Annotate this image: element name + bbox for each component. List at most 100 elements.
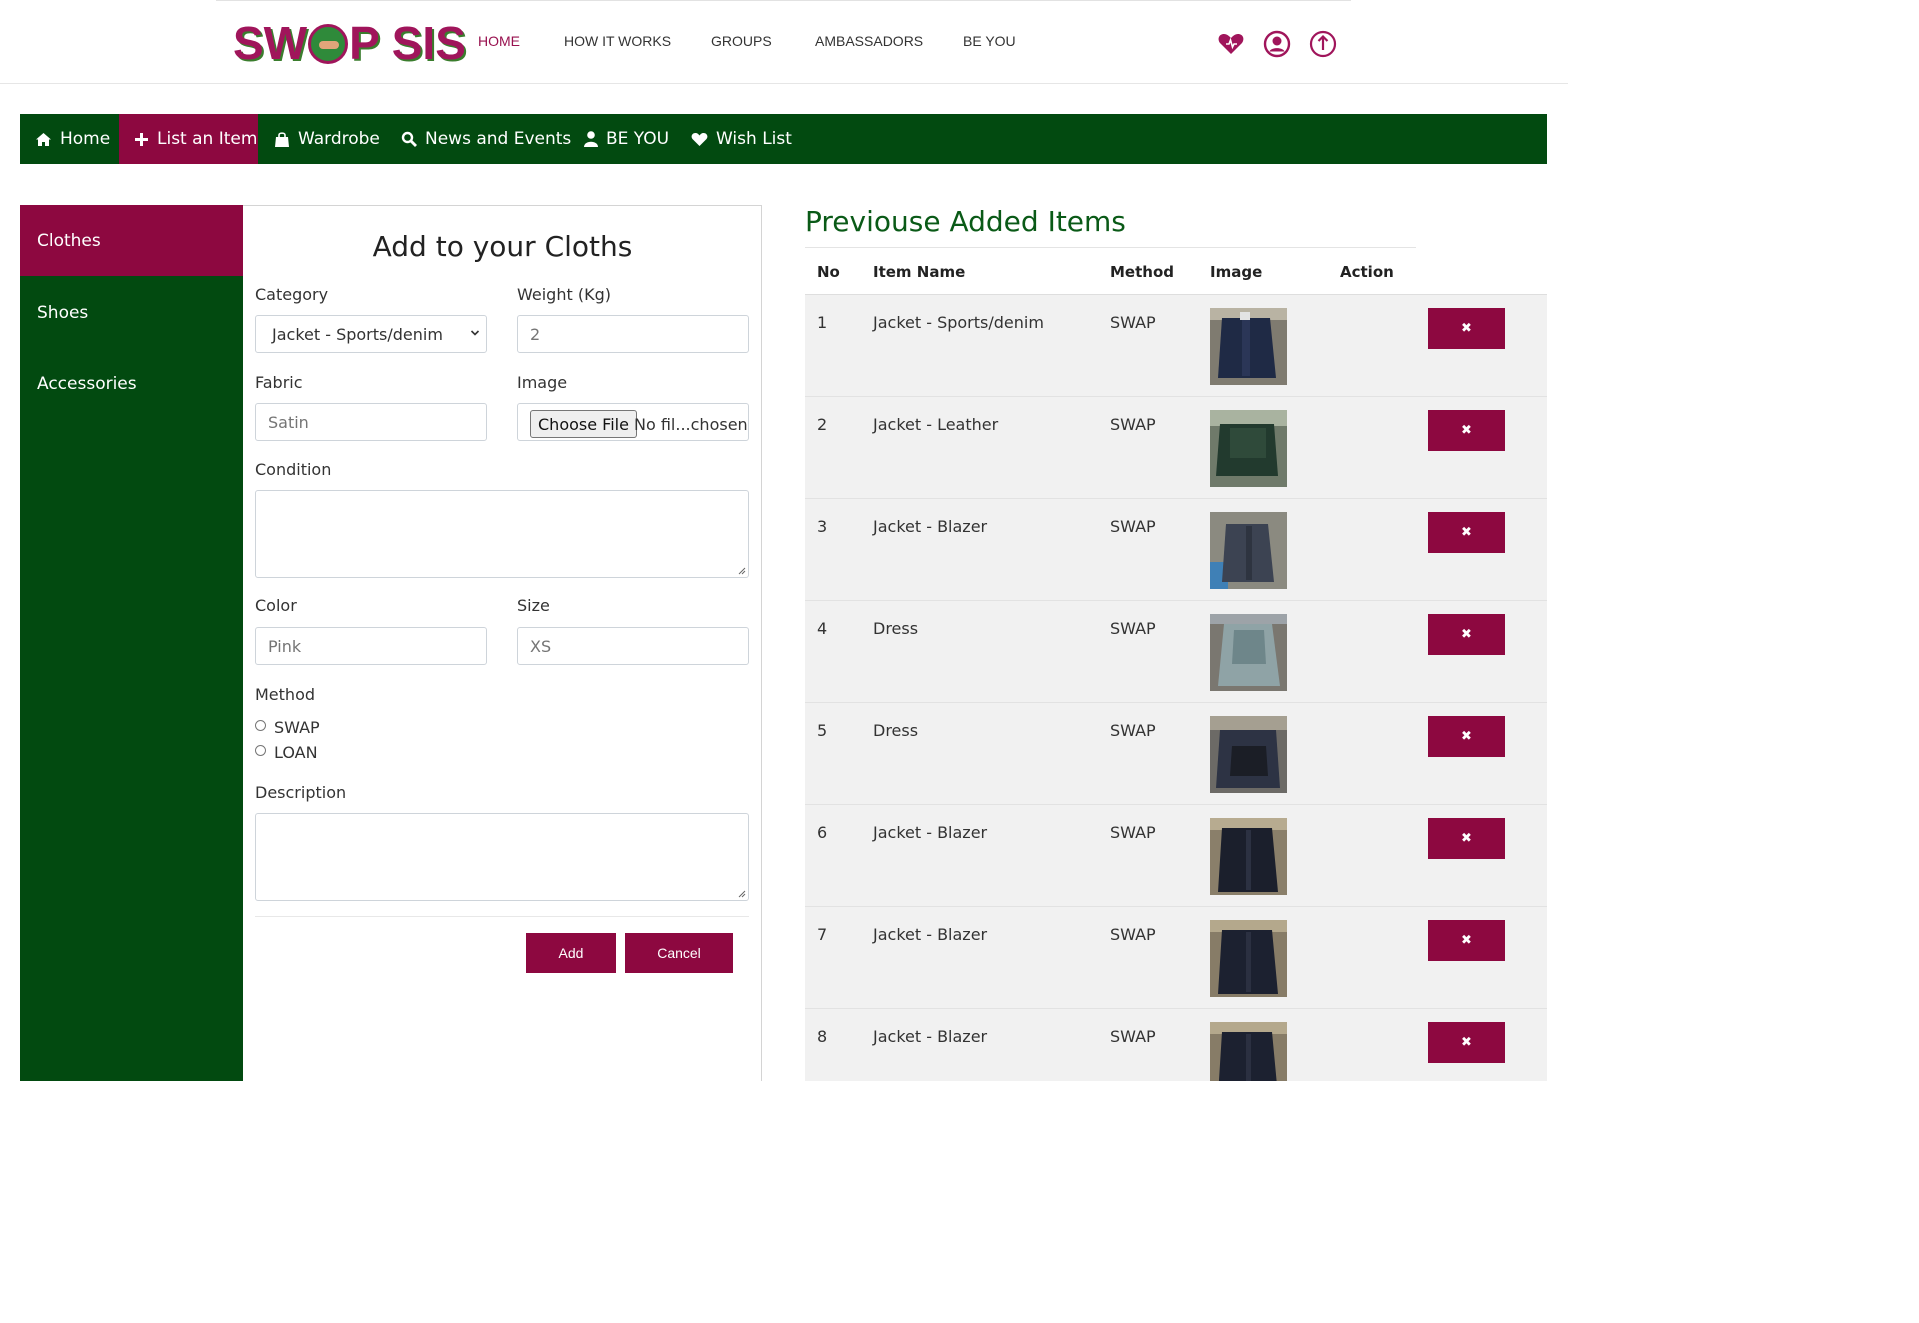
table-title: Previouse Added Items (805, 205, 1126, 238)
menu-item-wish-list[interactable]: Wish List (691, 114, 792, 164)
menu-item-home[interactable]: Home (20, 114, 123, 164)
table-row: 6 Jacket - Blazer SWAP ✖ (805, 805, 1547, 907)
topnav-how-it-works[interactable]: HOW IT WORKS (564, 33, 671, 49)
heart-icon (691, 132, 708, 146)
header-no: No (817, 263, 840, 281)
search-icon (401, 131, 417, 147)
close-icon: ✖ (1461, 933, 1472, 948)
header-item-name: Item Name (873, 263, 966, 281)
item-name: Dress (873, 721, 919, 740)
size-input[interactable]: XS (517, 627, 749, 665)
globe-handshake-icon (308, 24, 349, 64)
sidebar-item-label: Clothes (37, 230, 101, 251)
color-input[interactable]: Pink (255, 627, 487, 665)
delete-button[interactable]: ✖ (1428, 512, 1505, 553)
table-row: 3 Jacket - Blazer SWAP ✖ (805, 499, 1547, 601)
item-method: SWAP (1110, 823, 1156, 842)
plus-icon (135, 132, 148, 146)
cancel-button[interactable]: Cancel (625, 933, 733, 973)
power-icon[interactable] (1309, 30, 1337, 58)
weight-input[interactable]: 2 (517, 315, 749, 353)
radio-label: SWAP (274, 718, 320, 737)
radio-circle[interactable] (255, 745, 266, 756)
delete-button[interactable]: ✖ (1428, 920, 1505, 961)
size-label: Size (517, 596, 550, 615)
logo-text-right: P SIS (349, 17, 466, 69)
topnav-home[interactable]: HOME (478, 33, 520, 49)
item-method: SWAP (1110, 1027, 1156, 1046)
user-icon (584, 131, 598, 147)
menu-item-wardrobe[interactable]: Wardrobe (274, 114, 380, 164)
delete-button[interactable]: ✖ (1428, 818, 1505, 859)
table-row: 8 Jacket - Blazer SWAP ✖ (805, 1009, 1547, 1081)
weight-label: Weight (Kg) (517, 285, 611, 304)
topnav-be-you[interactable]: BE YOU (963, 33, 1016, 49)
header-action: Action (1340, 263, 1394, 281)
sidebar-item-shoes[interactable]: Shoes (20, 277, 243, 348)
method-radio-loan[interactable]: LOAN (255, 743, 318, 762)
item-thumbnail (1210, 920, 1287, 997)
method-radio-swap[interactable]: SWAP (255, 718, 320, 737)
header-method: Method (1110, 263, 1174, 281)
swop-sis-logo[interactable]: SW P SIS (233, 17, 466, 69)
item-name: Jacket - Blazer (873, 517, 988, 536)
row-number: 5 (817, 721, 828, 740)
item-method: SWAP (1110, 925, 1156, 944)
item-name: Jacket - Leather (873, 415, 999, 434)
resize-grip-icon[interactable] (738, 567, 746, 575)
items-table-body: 1 Jacket - Sports/denim SWAP ✖ 2 Jacket … (805, 295, 1547, 1081)
item-name: Jacket - Blazer (873, 1027, 988, 1046)
sidebar-item-label: Shoes (37, 302, 89, 323)
resize-grip-icon[interactable] (738, 890, 746, 898)
item-name: Jacket - Blazer (873, 925, 988, 944)
sidebar-item-clothes[interactable]: Clothes (20, 205, 243, 276)
item-thumbnail (1210, 410, 1287, 487)
sidebar-item-accessories[interactable]: Accessories (20, 348, 243, 419)
row-number: 4 (817, 619, 828, 638)
weight-placeholder: 2 (530, 324, 541, 344)
fabric-input[interactable]: Satin (255, 403, 487, 441)
item-name: Jacket - Blazer (873, 823, 988, 842)
image-file-input[interactable]: Choose File No fil...chosen (517, 403, 749, 441)
delete-button[interactable]: ✖ (1428, 1022, 1505, 1063)
delete-button[interactable]: ✖ (1428, 614, 1505, 655)
category-sidebar: Clothes Shoes Accessories (20, 205, 243, 1081)
sidebar-item-label: Accessories (37, 373, 137, 394)
logo-text-left: SW (233, 17, 308, 69)
close-icon: ✖ (1461, 627, 1472, 642)
description-textarea[interactable] (255, 813, 749, 901)
table-row: 4 Dress SWAP ✖ (805, 601, 1547, 703)
delete-button[interactable]: ✖ (1428, 410, 1505, 451)
condition-textarea[interactable] (255, 490, 749, 578)
item-method: SWAP (1110, 415, 1156, 434)
topnav-groups[interactable]: GROUPS (711, 33, 772, 49)
delete-button[interactable]: ✖ (1428, 716, 1505, 757)
add-item-form: Add to your Cloths Category Jacket - Spo… (243, 205, 762, 1081)
item-thumbnail (1210, 818, 1287, 895)
heart-icon[interactable] (1217, 30, 1245, 58)
menu-item-be-you[interactable]: BE YOU (584, 114, 669, 164)
method-label: Method (255, 685, 316, 704)
menu-item-news-and-events[interactable]: News and Events (401, 114, 571, 164)
item-name: Dress (873, 619, 919, 638)
radio-circle[interactable] (255, 720, 266, 731)
color-label: Color (255, 596, 297, 615)
category-select[interactable]: Jacket - Sports/denim (255, 315, 487, 353)
table-row: 5 Dress SWAP ✖ (805, 703, 1547, 805)
row-number: 1 (817, 313, 828, 332)
item-method: SWAP (1110, 517, 1156, 536)
menu-item-list-an-item[interactable]: List an Item (119, 114, 258, 164)
add-button[interactable]: Add (526, 933, 616, 973)
choose-file-button[interactable]: Choose File (530, 410, 637, 438)
fabric-placeholder: Satin (268, 412, 309, 432)
user-icon[interactable] (1263, 30, 1291, 58)
form-title: Add to your Cloths (372, 230, 633, 263)
row-number: 8 (817, 1027, 828, 1046)
row-number: 7 (817, 925, 828, 944)
menu-label: BE YOU (606, 129, 670, 149)
topnav-ambassadors[interactable]: AMBASSADORS (815, 33, 923, 49)
item-thumbnail (1210, 716, 1287, 793)
delete-button[interactable]: ✖ (1428, 308, 1505, 349)
color-placeholder: Pink (268, 636, 302, 656)
table-row: 1 Jacket - Sports/denim SWAP ✖ (805, 295, 1547, 397)
